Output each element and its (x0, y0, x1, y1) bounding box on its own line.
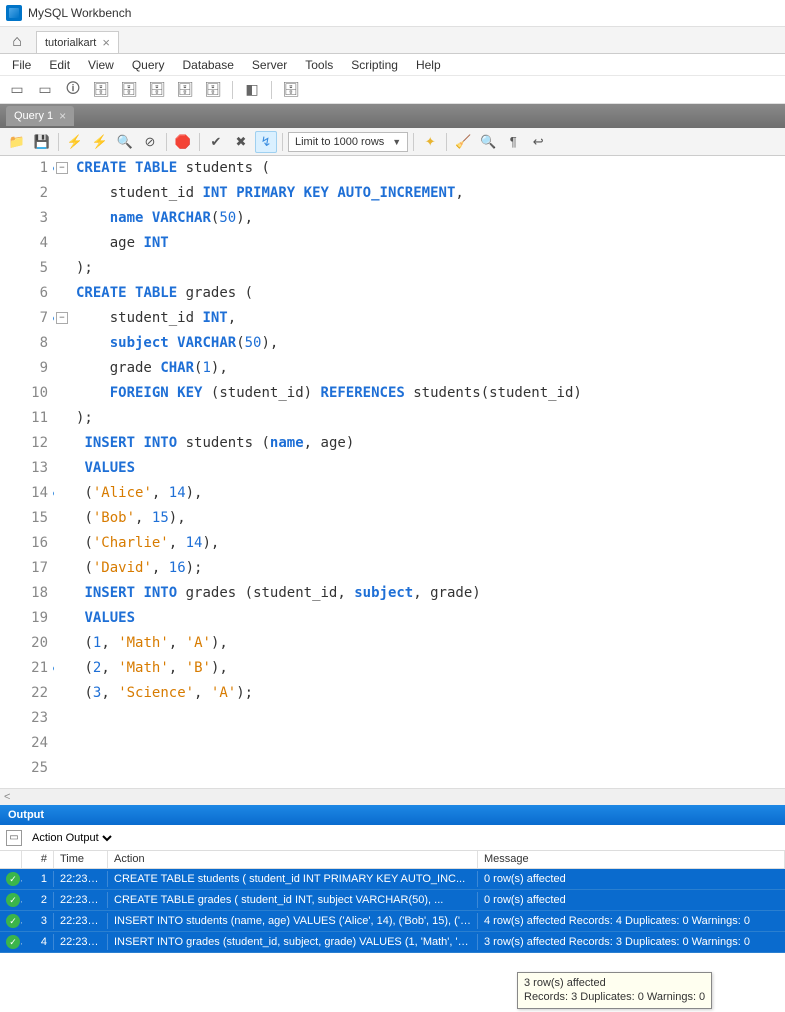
fold-icon[interactable]: − (56, 162, 68, 174)
autocommit-icon[interactable]: ↯ (255, 131, 277, 153)
output-header: Output (0, 805, 785, 825)
connection-tabbar: ⌂ tutorialkart × (0, 27, 785, 54)
output-title: Output (8, 809, 44, 821)
execute-icon[interactable]: ⚡ (64, 131, 86, 153)
open-sql-icon[interactable]: ▭ (34, 79, 56, 101)
connection-tab[interactable]: tutorialkart × (36, 31, 119, 53)
db5-icon[interactable]: 🗄 (202, 79, 224, 101)
query-tabbar: Query 1 × (0, 104, 785, 128)
horizontal-scrollbar[interactable]: < (0, 788, 785, 805)
explain-icon[interactable]: 🔍 (114, 131, 136, 153)
menu-view[interactable]: View (80, 56, 122, 74)
query-tab[interactable]: Query 1 × (6, 106, 74, 126)
close-icon[interactable]: × (102, 35, 110, 50)
rollback-icon[interactable]: ✖ (230, 131, 252, 153)
col-num[interactable]: # (22, 851, 54, 868)
fold-column: −− (54, 156, 72, 788)
home-icon[interactable]: ⌂ (6, 31, 28, 53)
code-area[interactable]: CREATE TABLE students ( student_id INT P… (72, 156, 785, 788)
success-icon: ✓ (6, 872, 20, 886)
wrap-icon[interactable]: ↩ (527, 131, 549, 153)
separator (282, 133, 283, 151)
app-logo-icon (6, 5, 22, 21)
menu-tools[interactable]: Tools (297, 56, 341, 74)
tooltip: 3 row(s) affectedRecords: 3 Duplicates: … (517, 972, 712, 1009)
menu-server[interactable]: Server (244, 56, 295, 74)
col-message[interactable]: Message (478, 851, 785, 868)
sql-editor[interactable]: 1234567891011121314151617181920212223242… (0, 156, 785, 788)
output-controls: ▭ Action Output (0, 825, 785, 851)
invisible-icon[interactable]: ¶ (502, 131, 524, 153)
connection-tab-label: tutorialkart (45, 37, 96, 49)
separator (446, 133, 447, 151)
output-row[interactable]: ✓122:23:55CREATE TABLE students ( studen… (0, 869, 785, 890)
limit-rows-select[interactable]: Limit to 1000 rows ▼ (288, 132, 408, 152)
output-table: # Time Action Message ✓122:23:55CREATE T… (0, 851, 785, 953)
success-icon: ✓ (6, 893, 20, 907)
output-table-header: # Time Action Message (0, 851, 785, 869)
menu-edit[interactable]: Edit (41, 56, 78, 74)
find-icon[interactable]: 🔍 (477, 131, 499, 153)
separator (232, 81, 233, 99)
inspector-icon[interactable]: 🛈 (62, 79, 84, 101)
panel-icon[interactable]: ◧ (241, 79, 263, 101)
execute-current-icon[interactable]: ⚡ (89, 131, 111, 153)
query-tab-label: Query 1 (14, 110, 53, 122)
beautify-icon[interactable]: 🧹 (452, 131, 474, 153)
limit-rows-label: Limit to 1000 rows (295, 136, 384, 148)
col-action[interactable]: Action (108, 851, 478, 868)
output-row[interactable]: ✓222:23:55CREATE TABLE grades ( student_… (0, 890, 785, 911)
col-time[interactable]: Time (54, 851, 108, 868)
db2-icon[interactable]: 🗄 (118, 79, 140, 101)
output-mode-icon[interactable]: ▭ (6, 830, 22, 846)
app-title: MySQL Workbench (28, 6, 131, 20)
close-icon[interactable]: × (59, 109, 66, 123)
menu-help[interactable]: Help (408, 56, 449, 74)
snippets-icon[interactable]: ✦ (419, 131, 441, 153)
save-icon[interactable]: 💾 (31, 131, 53, 153)
menu-query[interactable]: Query (124, 56, 173, 74)
open-file-icon[interactable]: 📁 (6, 131, 28, 153)
output-row[interactable]: ✓322:23:55INSERT INTO students (name, ag… (0, 911, 785, 932)
main-toolbar: ▭ ▭ 🛈 🗄 🗄 🗄 🗄 🗄 ◧ 🗄 (0, 76, 785, 104)
success-icon: ✓ (6, 914, 20, 928)
success-icon: ✓ (6, 935, 20, 949)
line-gutter: 1234567891011121314151617181920212223242… (0, 156, 54, 788)
separator (271, 81, 272, 99)
separator (58, 133, 59, 151)
commit-icon[interactable]: ✔ (205, 131, 227, 153)
menu-file[interactable]: File (4, 56, 39, 74)
stop2-icon[interactable]: 🛑 (172, 131, 194, 153)
separator (199, 133, 200, 151)
db-icon[interactable]: 🗄 (90, 79, 112, 101)
menu-scripting[interactable]: Scripting (343, 56, 406, 74)
separator (166, 133, 167, 151)
menubar: FileEditViewQueryDatabaseServerToolsScri… (0, 54, 785, 76)
menu-database[interactable]: Database (175, 56, 242, 74)
stop-icon[interactable]: ⊘ (139, 131, 161, 153)
titlebar: MySQL Workbench (0, 0, 785, 27)
reconnect-icon[interactable]: 🗄 (280, 79, 302, 101)
chevron-down-icon: ▼ (392, 137, 401, 147)
output-row[interactable]: ✓422:23:55INSERT INTO grades (student_id… (0, 932, 785, 953)
fold-icon[interactable]: − (56, 312, 68, 324)
editor-toolbar: 📁 💾 ⚡ ⚡ 🔍 ⊘ 🛑 ✔ ✖ ↯ Limit to 1000 rows ▼… (0, 128, 785, 156)
output-type-select[interactable]: Action Output (28, 831, 115, 845)
new-sql-tab-icon[interactable]: ▭ (6, 79, 28, 101)
separator (413, 133, 414, 151)
db4-icon[interactable]: 🗄 (174, 79, 196, 101)
db3-icon[interactable]: 🗄 (146, 79, 168, 101)
